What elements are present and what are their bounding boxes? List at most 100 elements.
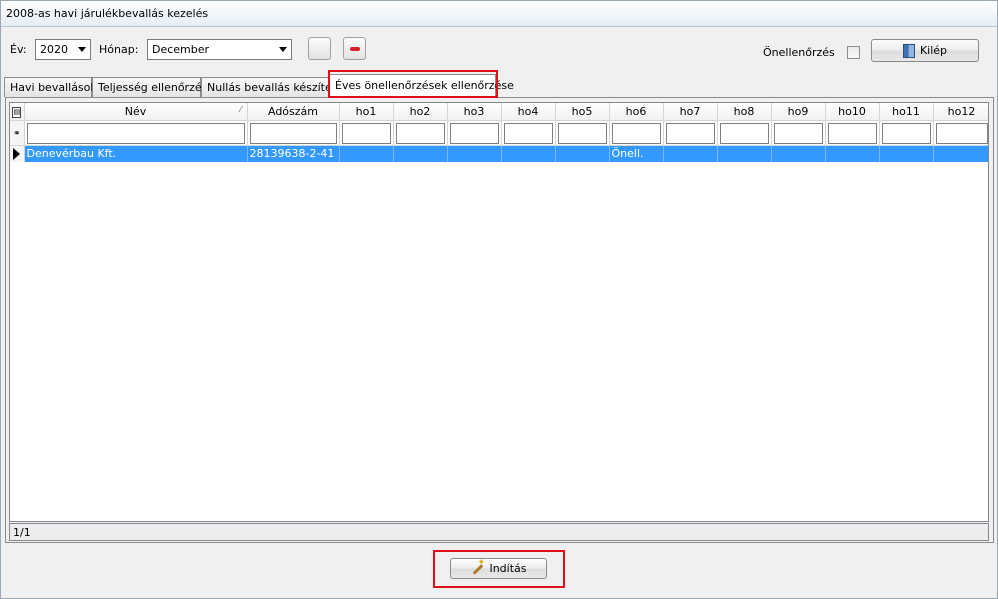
filter-cell [501, 120, 556, 146]
delete-button[interactable] [343, 37, 366, 60]
month-label: Hónap: [99, 43, 139, 56]
column-header-label: ho12 [947, 104, 976, 118]
filter-input[interactable] [719, 122, 769, 144]
filter-cell [825, 120, 880, 146]
blank-button[interactable] [308, 37, 331, 60]
filter-cell [339, 120, 394, 146]
record-counter: 1/1 [9, 523, 989, 541]
start-button-label: Indítás [489, 562, 527, 575]
column-header-label: Név [124, 104, 147, 118]
column-header-label: ho2 [409, 104, 431, 118]
column-header-label: ho4 [517, 104, 539, 118]
month-value: December [152, 43, 210, 56]
table-row[interactable]: Denevérbau Kft. 28139638-2-41 Önell. [10, 145, 988, 162]
year-select[interactable]: 2020 [35, 39, 91, 60]
table-cell[interactable] [339, 145, 394, 162]
table-cell[interactable] [447, 145, 502, 162]
filter-input[interactable] [449, 122, 499, 144]
column-header-label: ho8 [733, 104, 755, 118]
filter-input[interactable] [611, 122, 661, 144]
filter-row-indicator: ⚭ [10, 120, 25, 146]
current-row-arrow-icon [13, 148, 20, 161]
column-header-label: ho11 [892, 104, 920, 118]
year-value: 2020 [40, 43, 68, 56]
filter-cell [609, 120, 664, 146]
chevron-down-icon [78, 47, 86, 52]
filter-cell [447, 120, 502, 146]
filter-input[interactable] [26, 122, 245, 144]
filter-cell [771, 120, 826, 146]
table-cell[interactable] [879, 145, 934, 162]
filter-row: ⚭ [10, 120, 988, 146]
column-header-label: ho7 [679, 104, 701, 118]
filter-input[interactable] [935, 122, 988, 144]
filter-input[interactable] [665, 122, 715, 144]
filter-input[interactable] [881, 122, 931, 144]
column-header[interactable]: ho12 [933, 103, 988, 121]
column-header[interactable]: ho4 [501, 103, 556, 121]
tab-teljesseg-ellenorzes[interactable]: Teljesség ellenőrzés [92, 77, 207, 97]
filter-input[interactable] [341, 122, 391, 144]
column-header[interactable]: ho9 [771, 103, 826, 121]
table-cell[interactable]: Denevérbau Kft. [24, 145, 248, 162]
table-cell[interactable] [825, 145, 880, 162]
main-window: 2008-as havi járulékbevallás kezelés Év:… [0, 0, 998, 599]
tab-label: Havi bevallások [10, 81, 97, 94]
tab-label: Teljesség ellenőrzés [98, 81, 208, 94]
filter-cell [717, 120, 772, 146]
column-header-label: ho9 [787, 104, 809, 118]
filter-input[interactable] [773, 122, 823, 144]
column-header[interactable]: ho8 [717, 103, 772, 121]
column-header-label: ho1 [355, 104, 377, 118]
table-cell[interactable] [555, 145, 610, 162]
column-header[interactable]: ho10 [825, 103, 880, 121]
table-cell[interactable] [771, 145, 826, 162]
table-cell[interactable] [663, 145, 718, 162]
exit-button[interactable]: Kilép [871, 39, 979, 62]
filter-cell [247, 120, 340, 146]
row-indicator [10, 145, 25, 162]
self-check-checkbox[interactable] [847, 46, 860, 59]
tab-havi-bevallasok[interactable]: Havi bevallások [4, 77, 97, 97]
table-cell[interactable] [501, 145, 556, 162]
table-cell[interactable] [717, 145, 772, 162]
column-header[interactable]: ho1 [339, 103, 394, 121]
tab-nullas-bevallas[interactable]: Nullás bevallás készítése [201, 77, 344, 97]
start-button[interactable]: Indítás [450, 558, 547, 579]
column-header[interactable]: Név ⁄ [24, 103, 248, 121]
year-label: Év: [10, 43, 27, 56]
minus-icon [350, 47, 360, 51]
filter-input[interactable] [827, 122, 877, 144]
month-select[interactable]: December [147, 39, 292, 60]
table-cell[interactable]: Önell. [609, 145, 664, 162]
table-cell[interactable] [933, 145, 988, 162]
table-cell[interactable]: 28139638-2-41 [247, 145, 340, 162]
door-exit-icon [902, 43, 915, 58]
filter-input[interactable] [557, 122, 607, 144]
column-header-label: ho3 [463, 104, 485, 118]
chevron-down-icon [279, 47, 287, 52]
column-chooser-cell[interactable]: ▤ [10, 103, 25, 121]
filter-input[interactable] [249, 122, 337, 144]
filter-input[interactable] [395, 122, 445, 144]
column-header[interactable]: ho7 [663, 103, 718, 121]
column-chooser-icon: ▤ [12, 107, 22, 119]
tab-label: Éves önellenőrzések ellenőrzése [335, 79, 514, 92]
column-header-label: Adószám [267, 104, 318, 118]
toolbar: Év: 2020 Hónap: December Önellenőrzés Ki… [1, 31, 997, 71]
tab-eves-onellenorzesek[interactable]: Éves önellenőrzések ellenőrzése [329, 74, 514, 98]
column-header[interactable]: Adószám [247, 103, 340, 121]
exit-button-label: Kilép [919, 44, 948, 57]
filter-input[interactable] [503, 122, 553, 144]
wand-icon [470, 558, 485, 576]
binoculars-icon: ⚭ [12, 129, 21, 139]
column-header[interactable]: ho2 [393, 103, 448, 121]
column-header[interactable]: ho11 [879, 103, 934, 121]
column-header[interactable]: ho5 [555, 103, 610, 121]
sort-indicator-icon: ⁄ [239, 105, 242, 115]
table-cell[interactable] [393, 145, 448, 162]
data-grid[interactable]: ▤ Név ⁄ Adószám ho1 ho2 ho3 ho4 ho5 ho6 h… [9, 102, 989, 522]
filter-cell [24, 120, 248, 146]
column-header[interactable]: ho3 [447, 103, 502, 121]
column-header[interactable]: ho6 [609, 103, 664, 121]
